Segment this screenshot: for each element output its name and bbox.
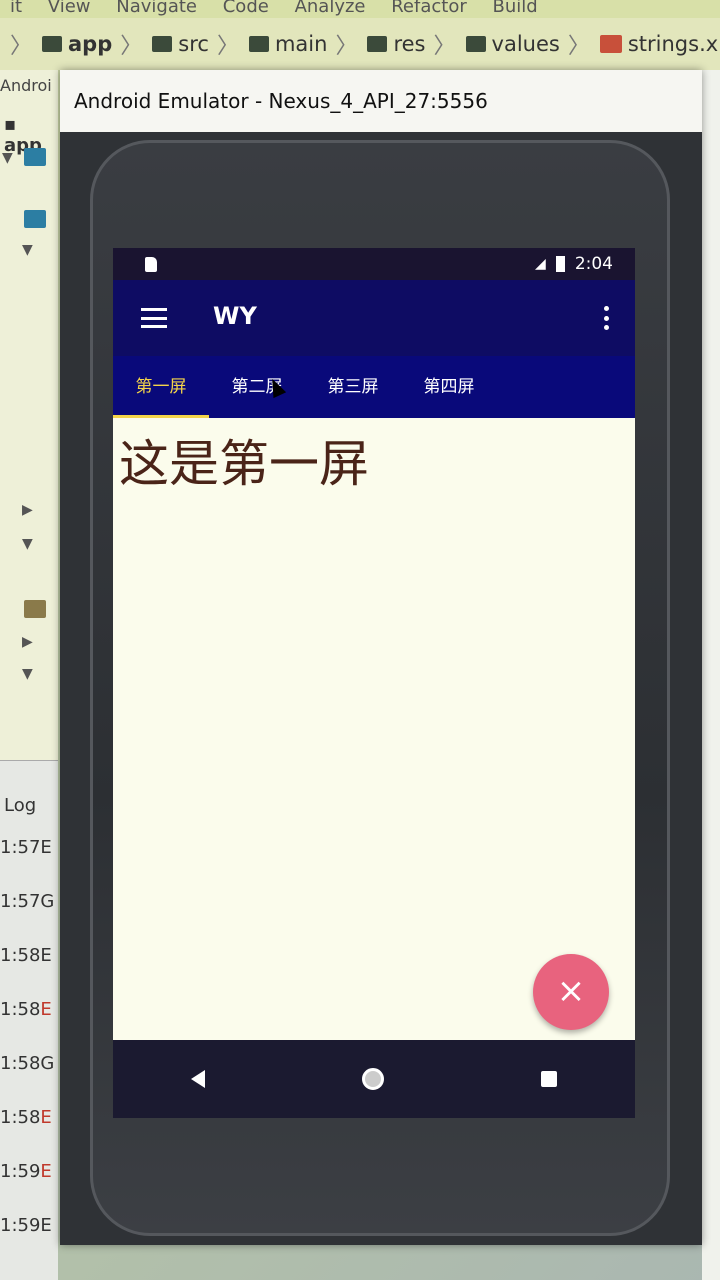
expand-arrow-icon[interactable]: ▼ (2, 150, 13, 166)
status-icons: ◢ 2:04 (535, 254, 613, 274)
log-row: 1:58G (0, 1053, 55, 1074)
module-folder-icon (42, 36, 63, 52)
log-title[interactable]: Log (4, 795, 36, 816)
chevron-right-icon: 〉 (433, 34, 456, 59)
page-content-text: 这是第一屏 (119, 435, 369, 493)
chevron-right-icon: 〉 (216, 34, 239, 59)
breadcrumb-strings-xml[interactable]: 〉 strings.xml 〉 (564, 28, 720, 60)
tab-label: 第四屏 (423, 377, 475, 397)
log-row: 1:58E (0, 945, 52, 966)
editor-edge (702, 70, 720, 1280)
home-icon[interactable] (361, 1068, 384, 1090)
back-icon[interactable] (191, 1070, 206, 1088)
overflow-menu-icon[interactable] (603, 306, 609, 330)
sd-card-icon (145, 256, 157, 272)
app-title: WY (213, 302, 257, 330)
emulator-titlebar[interactable]: Android Emulator - Nexus_4_API_27:5556 (60, 70, 702, 132)
folder-icon (24, 210, 46, 228)
signal-icon: ◢ (535, 256, 546, 272)
log-row: 1:58E (0, 999, 52, 1020)
folder-icon (248, 36, 269, 52)
log-row: 1:57G (0, 891, 55, 912)
expand-arrow-icon[interactable]: ▼ (22, 536, 33, 552)
chevron-right-icon: 〉 (120, 34, 143, 59)
log-panel: Log 1:57E 1:57G 1:58E 1:58E 1:58G 1:58E … (0, 760, 58, 1280)
collapse-arrow-icon[interactable]: ▶ (22, 634, 33, 650)
tab-label: 第一屏 (135, 377, 187, 397)
tab-screen-4[interactable]: 第四屏 (401, 356, 497, 418)
expand-arrow-icon[interactable]: ▼ (22, 242, 33, 258)
chevron-right-icon: 〉 (335, 34, 358, 59)
folder-icon (465, 36, 486, 52)
breadcrumb-label: strings.xml (627, 32, 720, 56)
tab-screen-2[interactable]: 第二屏 (209, 356, 305, 418)
status-bar: ◢ 2:04 (113, 248, 635, 280)
tab-screen-1[interactable]: 第一屏 (113, 356, 209, 418)
hamburger-menu-icon[interactable] (141, 308, 167, 328)
app-toolbar: WY (113, 280, 635, 356)
folder-icon (24, 148, 46, 166)
folder-icon (152, 36, 173, 52)
status-time: 2:04 (574, 254, 613, 274)
breadcrumb-label: values (491, 32, 560, 56)
phone-screen: ◢ 2:04 WY 第一屏 第二屏 第三屏 第四屏 这是第一屏 × (113, 248, 635, 1118)
chevron-right-icon: 〉 (567, 34, 590, 59)
breadcrumb-src[interactable]: 〉 src (116, 28, 209, 60)
log-row: 1:59E (0, 1215, 52, 1236)
log-row: 1:58E (0, 1107, 52, 1128)
menu-item-build[interactable]: Build (492, 0, 537, 17)
tab-screen-3[interactable]: 第三屏 (305, 356, 401, 418)
menu-item-view[interactable]: View (48, 0, 91, 17)
breadcrumb-app[interactable]: 〉 app (6, 28, 112, 60)
project-panel-label: Androi (0, 76, 52, 95)
breadcrumb-label: res (393, 32, 426, 56)
breadcrumb-res[interactable]: 〉 res (331, 28, 425, 60)
menu-item-navigate[interactable]: Navigate (116, 0, 197, 17)
tab-label: 第三屏 (327, 377, 379, 397)
resource-folder-icon (24, 600, 46, 618)
tab-bar: 第一屏 第二屏 第三屏 第四屏 (113, 356, 635, 418)
log-row: 1:57E (0, 837, 52, 858)
close-fab-button[interactable]: × (533, 954, 609, 1030)
menu-item-edit[interactable]: it (10, 0, 22, 17)
ide-menubar: it View Navigate Code Analyze Refactor B… (0, 0, 720, 18)
tab-indicator (113, 415, 209, 418)
breadcrumb-main[interactable]: 〉 main (213, 28, 328, 60)
breadcrumb-values[interactable]: 〉 values (430, 28, 560, 60)
navigation-bar (113, 1040, 635, 1118)
collapse-arrow-icon[interactable]: ▶ (22, 502, 33, 518)
chevron-right-icon: 〉 (10, 34, 33, 59)
emulator-window-title: Android Emulator - Nexus_4_API_27:5556 (74, 89, 488, 113)
res-folder-icon (367, 36, 388, 52)
breadcrumb-label: src (178, 32, 209, 56)
menu-item-analyze[interactable]: Analyze (295, 0, 366, 17)
expand-arrow-icon[interactable]: ▼ (22, 666, 33, 682)
breadcrumb-label: main (274, 32, 328, 56)
battery-icon (555, 256, 565, 272)
recents-icon[interactable] (540, 1071, 557, 1087)
log-row: 1:59E (0, 1161, 52, 1182)
xml-file-icon (599, 35, 622, 53)
breadcrumb-label: app (68, 32, 113, 56)
menu-item-code[interactable]: Code (223, 0, 269, 17)
menu-item-refactor[interactable]: Refactor (391, 0, 467, 17)
breadcrumb: 〉 app 〉 src 〉 main 〉 res 〉 values 〉 stri… (0, 18, 720, 70)
